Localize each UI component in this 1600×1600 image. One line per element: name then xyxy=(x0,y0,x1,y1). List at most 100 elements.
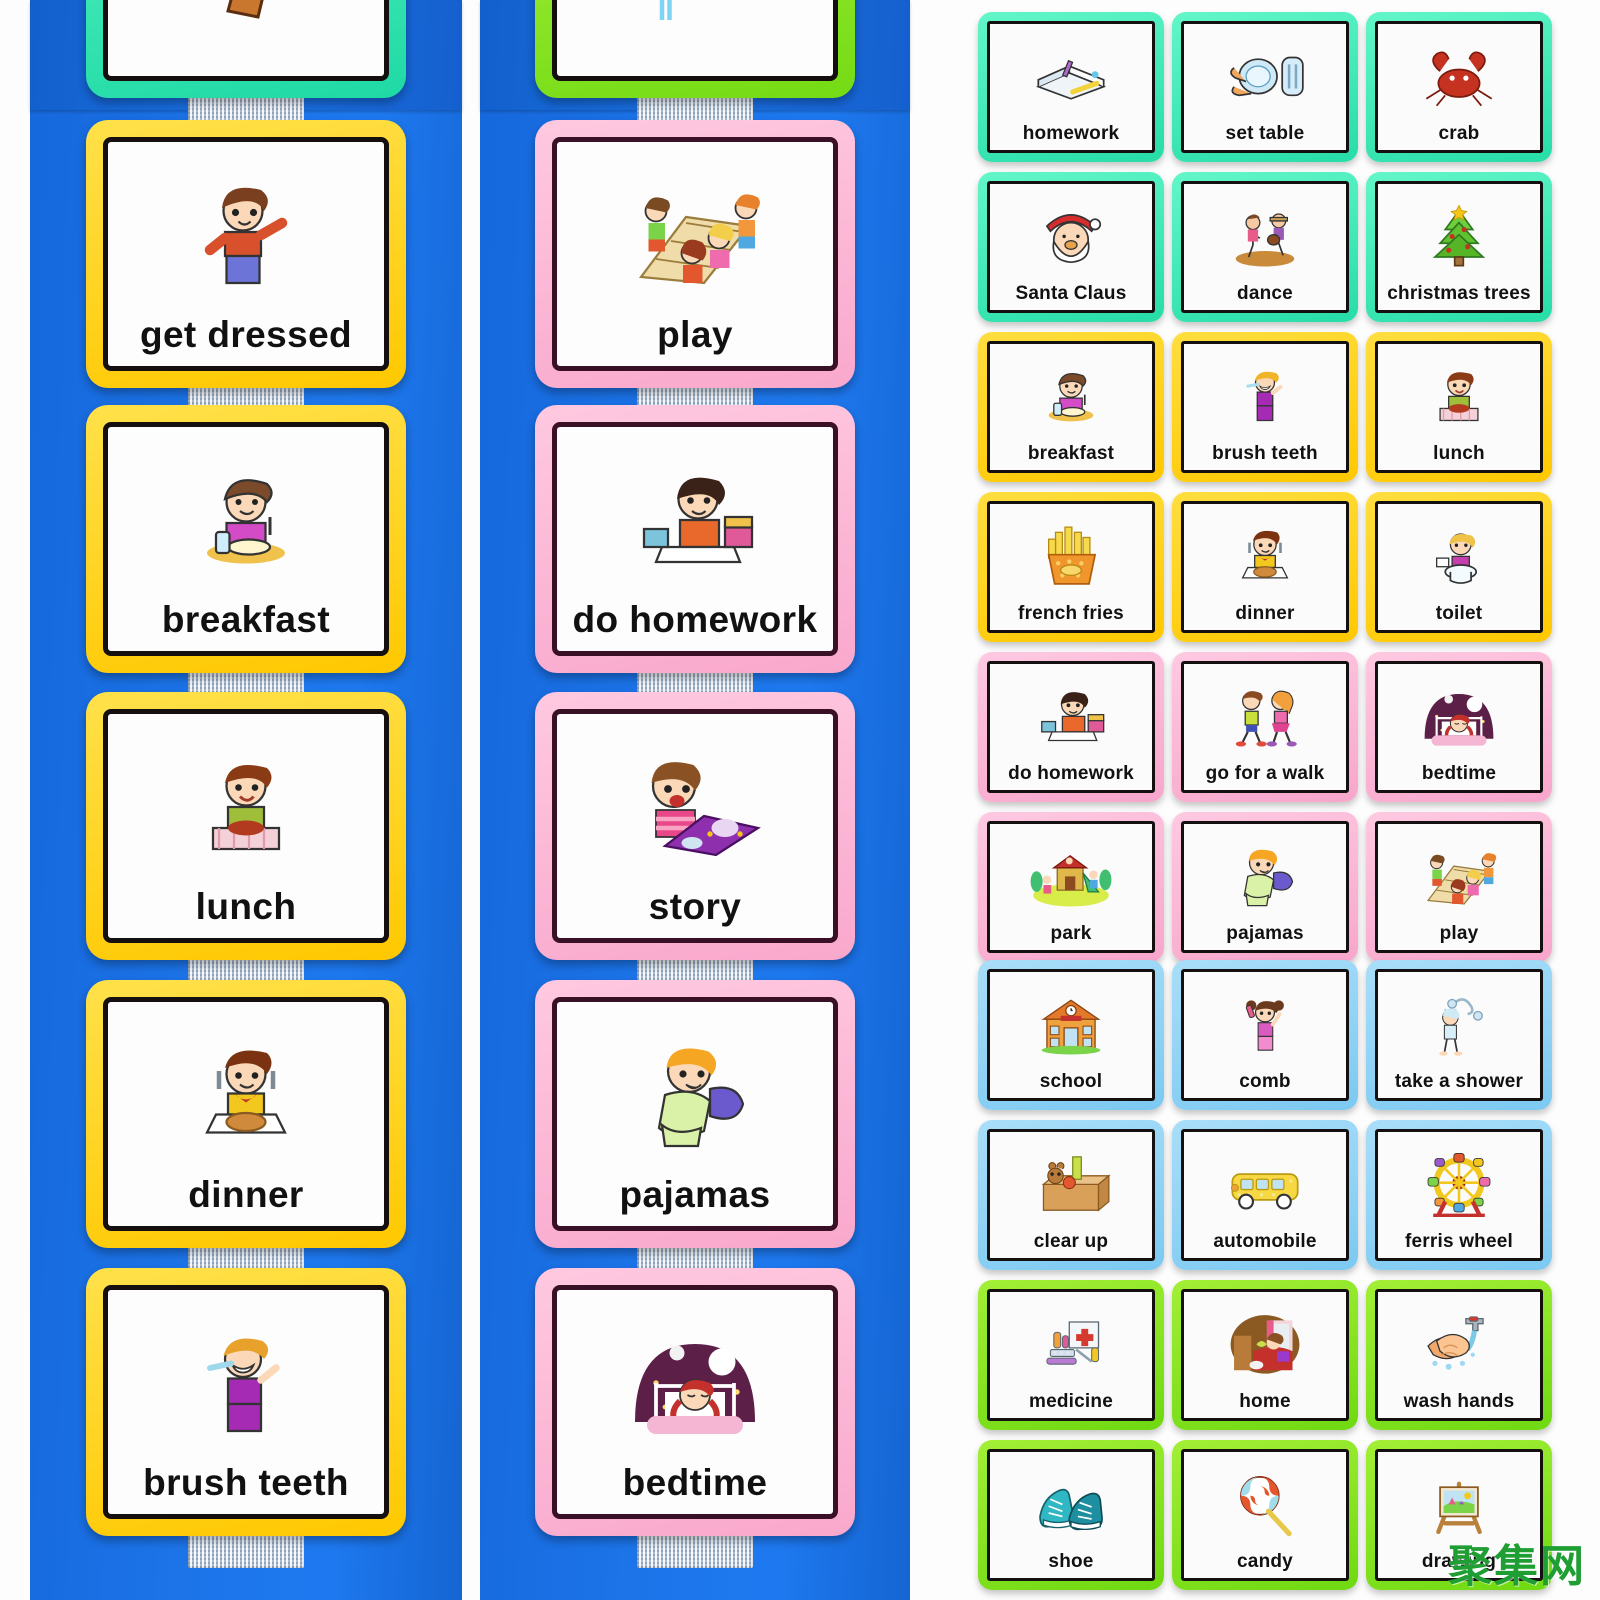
card-label: play xyxy=(1439,923,1479,944)
card-label: lunch xyxy=(195,886,297,927)
school-building-icon xyxy=(993,976,1149,1071)
card-label: wash hands xyxy=(1403,1391,1515,1412)
flashcard-lunch[interactable]: lunch xyxy=(1366,332,1552,482)
flashcard-play[interactable]: play xyxy=(1366,812,1552,962)
card-face: set table xyxy=(1181,21,1349,153)
christmas-tree-icon xyxy=(1381,188,1537,283)
flashcard-automobile[interactable]: automobile xyxy=(1172,1120,1358,1270)
card-frame: take a shower xyxy=(1366,960,1552,1110)
card-frame: medicine xyxy=(978,1280,1164,1430)
card-frame: home xyxy=(1172,1280,1358,1430)
card-frame: comb xyxy=(1172,960,1358,1110)
card-face: bedtime xyxy=(1375,661,1543,793)
schedule-card-story[interactable]: story xyxy=(535,692,855,960)
card-label: set table xyxy=(1225,123,1305,144)
card-face: christmas trees xyxy=(1375,181,1543,313)
flashcard-dinner[interactable]: dinner xyxy=(1172,492,1358,642)
flashcard-medicine[interactable]: medicine xyxy=(978,1280,1164,1430)
card-face: home xyxy=(1181,1289,1349,1421)
card-label: Santa Claus xyxy=(1015,283,1127,304)
card-frame: ferris wheel xyxy=(1366,1120,1552,1270)
flashcard-clear-up[interactable]: clear up xyxy=(978,1120,1164,1270)
schedule-card-do-homework[interactable]: do homework xyxy=(535,405,855,673)
card-label: do homework xyxy=(1008,763,1134,784)
flashcard-park[interactable]: park xyxy=(978,812,1164,962)
card-label: park xyxy=(1050,923,1092,944)
flashcard-home[interactable]: home xyxy=(1172,1280,1358,1430)
card-face: school xyxy=(987,969,1155,1101)
flashcard-ferris-wheel[interactable]: ferris wheel xyxy=(1366,1120,1552,1270)
chocolate-bar-icon xyxy=(114,0,378,66)
flashcard-wash-hands[interactable]: wash hands xyxy=(1366,1280,1552,1430)
flashcard-breakfast[interactable]: breakfast xyxy=(978,332,1164,482)
card-label: candy xyxy=(1237,1551,1293,1572)
open-book-pencil-icon xyxy=(993,28,1149,123)
flashcard-set-table[interactable]: set table xyxy=(1172,12,1358,162)
two-children-walking-icon xyxy=(1187,668,1343,763)
schedule-card-brush-teeth[interactable]: brush teeth xyxy=(86,1268,406,1536)
schedule-card-dinner[interactable]: dinner xyxy=(86,980,406,1248)
washing-hands-icon xyxy=(1381,1296,1537,1391)
schedule-card-partial-0[interactable] xyxy=(535,0,855,98)
card-frame: school xyxy=(978,960,1164,1110)
schedule-card-play[interactable]: play xyxy=(535,120,855,388)
card-face: pajamas xyxy=(1181,821,1349,953)
card-frame: toilet xyxy=(1366,492,1552,642)
card-face: ferris wheel xyxy=(1375,1129,1543,1261)
card-face xyxy=(103,0,389,81)
card-label: pajamas xyxy=(619,1174,771,1215)
girl-in-bed-icon xyxy=(563,1300,827,1462)
child-brushing-teeth-icon xyxy=(1187,348,1343,443)
schedule-card-breakfast[interactable]: breakfast xyxy=(86,405,406,673)
santa-face-icon xyxy=(993,188,1149,283)
flashcard-homework[interactable]: homework xyxy=(978,12,1164,162)
card-label: go for a walk xyxy=(1205,763,1325,784)
flashcard-santa-claus[interactable]: Santa Claus xyxy=(978,172,1164,322)
card-frame: shoe xyxy=(978,1440,1164,1590)
playground-icon xyxy=(993,828,1149,923)
flashcard-crab[interactable]: crab xyxy=(1366,12,1552,162)
flashcard-candy[interactable]: candy xyxy=(1172,1440,1358,1590)
flashcard-french-fries[interactable]: french fries xyxy=(978,492,1164,642)
card-face: toilet xyxy=(1375,501,1543,633)
card-frame: bedtime xyxy=(1366,652,1552,802)
boy-eating-dinner-icon xyxy=(114,1012,378,1174)
girl-in-bed-icon xyxy=(1381,668,1537,763)
flashcard-do-homework[interactable]: do homework xyxy=(978,652,1164,802)
card-label: pajamas xyxy=(1226,923,1304,944)
card-face: bedtime xyxy=(552,1285,838,1519)
boy-brushing-teeth-icon xyxy=(114,1300,378,1462)
schedule-card-get-dressed[interactable]: get dressed xyxy=(86,120,406,388)
card-frame: lunch xyxy=(1366,332,1552,482)
card-face: breakfast xyxy=(103,422,389,656)
flashcard-comb[interactable]: comb xyxy=(1172,960,1358,1110)
card-label: school xyxy=(1039,1071,1103,1092)
card-face: clear up xyxy=(987,1129,1155,1261)
flashcard-toilet[interactable]: toilet xyxy=(1366,492,1552,642)
flashcard-take-a-shower[interactable]: take a shower xyxy=(1366,960,1552,1110)
flashcard-school[interactable]: school xyxy=(978,960,1164,1110)
card-frame: Santa Claus xyxy=(978,172,1164,322)
flashcard-pajamas[interactable]: pajamas xyxy=(1172,812,1358,962)
french-fries-icon xyxy=(993,508,1149,603)
flashcard-go-for-a-walk[interactable]: go for a walk xyxy=(1172,652,1358,802)
flashcard-bedtime[interactable]: bedtime xyxy=(1366,652,1552,802)
schedule-card-partial-0[interactable] xyxy=(86,0,406,98)
schedule-card-pajamas[interactable]: pajamas xyxy=(535,980,855,1248)
person-shower-icon xyxy=(1381,976,1537,1071)
living-room-icon xyxy=(1187,1296,1343,1391)
card-label: story xyxy=(648,886,742,927)
flashcard-drawing[interactable]: drawing xyxy=(1366,1440,1552,1590)
card-frame: brush teeth xyxy=(1172,332,1358,482)
card-face: brush teeth xyxy=(1181,341,1349,473)
flashcard-christmas-trees[interactable]: christmas trees xyxy=(1366,172,1552,322)
card-label: shoe xyxy=(1048,1551,1094,1572)
flashcard-shoe[interactable]: shoe xyxy=(978,1440,1164,1590)
schedule-card-bedtime[interactable]: bedtime xyxy=(535,1268,855,1536)
card-face: crab xyxy=(1375,21,1543,153)
card-label: medicine xyxy=(1029,1391,1113,1412)
card-label: dinner xyxy=(188,1174,304,1215)
flashcard-brush-teeth[interactable]: brush teeth xyxy=(1172,332,1358,482)
flashcard-dance[interactable]: dance xyxy=(1172,172,1358,322)
schedule-card-lunch[interactable]: lunch xyxy=(86,692,406,960)
